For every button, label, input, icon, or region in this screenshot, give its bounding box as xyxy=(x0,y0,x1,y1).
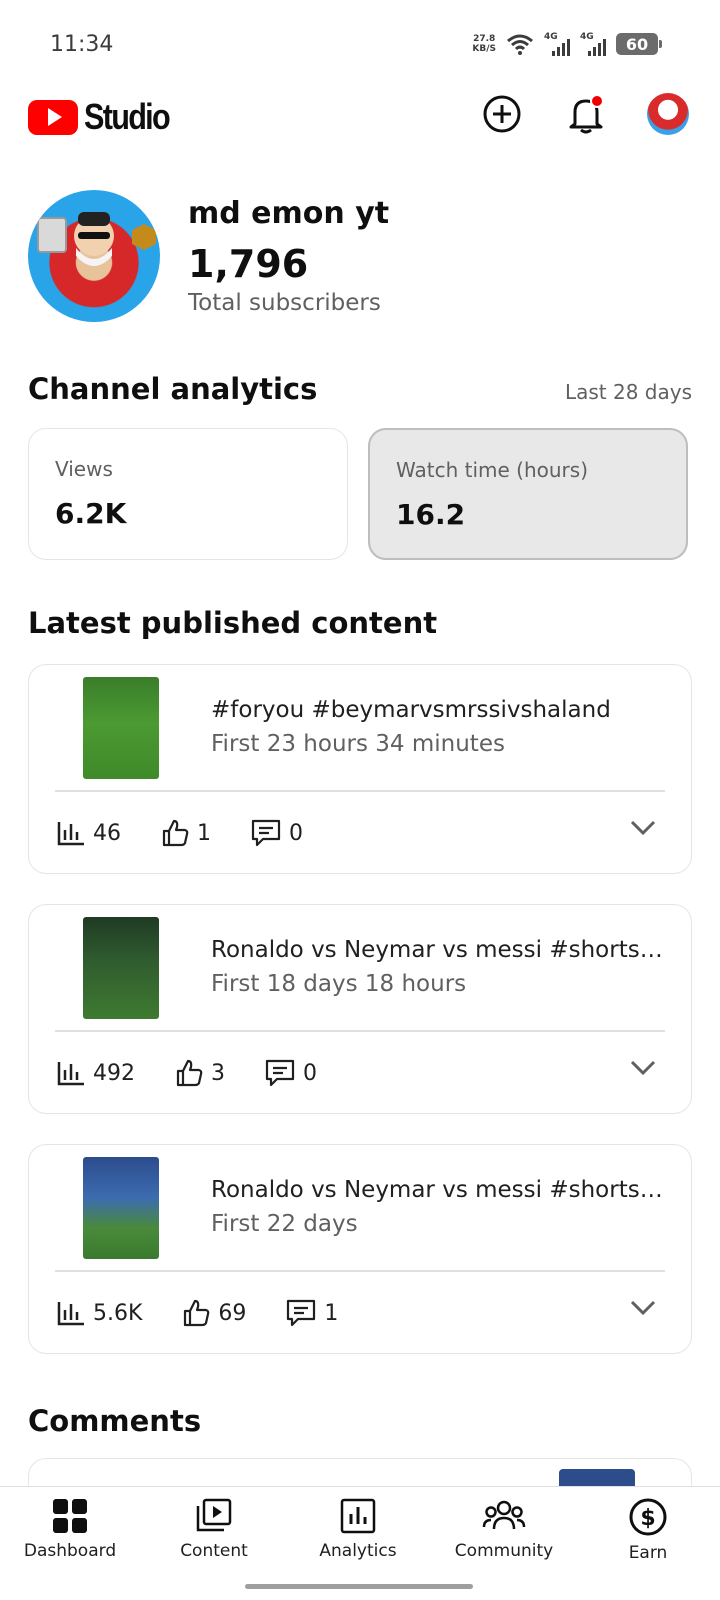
dashboard-icon xyxy=(53,1499,87,1533)
signal-icon-1: 4G xyxy=(544,32,570,56)
account-avatar xyxy=(647,93,689,135)
divider xyxy=(55,1030,665,1032)
metric-label: Watch time (hours) xyxy=(396,458,589,482)
status-icons: 27.8 KB/S 4G 4G 60 xyxy=(472,32,662,56)
video-thumbnail[interactable] xyxy=(83,917,159,1019)
add-circle-icon xyxy=(483,95,521,133)
wifi-icon xyxy=(507,34,533,55)
notification-badge xyxy=(590,94,604,108)
content-card[interactable]: #foryou #beymarvsmrssivshaland First 23 … xyxy=(28,664,692,874)
chevron-down-icon[interactable] xyxy=(629,819,657,837)
content-icon xyxy=(196,1498,232,1532)
comment-icon xyxy=(265,1059,295,1087)
status-time: 11:34 xyxy=(50,32,114,57)
nav-earn[interactable]: $ Earn xyxy=(578,1497,718,1563)
video-title: Ronaldo vs Neymar vs messi #shorts #shor… xyxy=(211,1177,667,1203)
views-stat: 46 xyxy=(57,820,121,846)
channel-avatar-art xyxy=(37,212,156,266)
channel-name: md emon yt xyxy=(188,196,390,231)
content-card[interactable]: Ronaldo vs Neymar vs messi #shorts #shor… xyxy=(28,1144,692,1354)
youtube-studio-logo: Studio xyxy=(28,96,184,138)
app-bar: Studio xyxy=(0,88,720,138)
logo-text: Studio xyxy=(84,96,171,137)
content-card[interactable]: Ronaldo vs Neymar vs messi #shorts #shor… xyxy=(28,904,692,1114)
notifications-button[interactable] xyxy=(564,92,608,136)
status-bar: 11:34 27.8 KB/S 4G 4G 60 xyxy=(0,0,720,90)
analytics-icon xyxy=(340,1498,376,1534)
svg-text:$: $ xyxy=(640,1506,655,1531)
thumbs-up-icon xyxy=(162,819,189,847)
comments-stat: 1 xyxy=(286,1299,338,1327)
likes-stat: 1 xyxy=(161,819,211,847)
metric-value: 6.2K xyxy=(55,497,127,530)
metric-label: Views xyxy=(55,457,113,481)
thumbs-up-icon xyxy=(176,1059,203,1087)
video-period: First 22 days xyxy=(211,1211,358,1237)
nav-label: Earn xyxy=(628,1543,668,1563)
video-stats: 492 3 0 xyxy=(57,1057,317,1089)
chevron-down-icon[interactable] xyxy=(629,1299,657,1317)
video-title: Ronaldo vs Neymar vs messi #shorts #shor… xyxy=(211,937,667,963)
create-button[interactable] xyxy=(480,92,524,136)
video-thumbnail[interactable] xyxy=(83,677,159,779)
bar-chart-icon xyxy=(57,822,84,846)
comments-title: Comments xyxy=(28,1404,202,1438)
comment-icon xyxy=(287,1299,316,1327)
metric-value: 16.2 xyxy=(396,498,466,531)
nav-label: Analytics xyxy=(319,1541,397,1561)
nav-analytics[interactable]: Analytics xyxy=(288,1497,428,1561)
youtube-play-icon xyxy=(28,99,78,135)
analytics-period: Last 28 days xyxy=(564,380,692,404)
thumbs-up-icon xyxy=(184,1299,210,1327)
community-icon xyxy=(482,1500,526,1530)
views-stat: 492 xyxy=(57,1060,135,1086)
video-thumbnail[interactable] xyxy=(83,1157,159,1259)
home-indicator[interactable] xyxy=(245,1584,473,1589)
watch-time-metric-card[interactable]: Watch time (hours) 16.2 xyxy=(368,428,688,560)
views-metric-card[interactable]: Views 6.2K xyxy=(28,428,348,560)
divider xyxy=(55,790,665,792)
likes-stat: 69 xyxy=(182,1299,246,1327)
nav-dashboard[interactable]: Dashboard xyxy=(0,1497,140,1561)
video-stats: 5.6K 69 1 xyxy=(57,1297,338,1329)
account-button[interactable] xyxy=(646,92,690,136)
video-title: #foryou #beymarvsmrssivshaland xyxy=(211,697,611,723)
latest-content-title: Latest published content xyxy=(28,606,438,640)
channel-avatar[interactable] xyxy=(28,190,160,322)
nav-community[interactable]: Community xyxy=(434,1497,574,1561)
views-stat: 5.6K xyxy=(57,1300,142,1326)
net-speed: 27.8 KB/S xyxy=(472,34,496,54)
video-stats: 46 1 0 xyxy=(57,817,303,849)
earn-icon: $ xyxy=(629,1498,667,1536)
video-period: First 23 hours 34 minutes xyxy=(211,731,505,757)
divider xyxy=(55,1270,665,1272)
likes-stat: 3 xyxy=(175,1059,225,1087)
nav-label: Dashboard xyxy=(23,1541,117,1561)
comments-stat: 0 xyxy=(251,819,303,847)
signal-icon-2: 4G xyxy=(580,32,606,56)
nav-label: Content xyxy=(180,1541,248,1561)
comments-stat: 0 xyxy=(265,1059,317,1087)
channel-analytics-title: Channel analytics xyxy=(28,372,318,406)
comment-icon xyxy=(251,819,281,847)
battery-icon: 60 xyxy=(616,33,662,55)
channel-header: md emon yt 1,796 Total subscribers xyxy=(28,190,692,322)
nav-content[interactable]: Content xyxy=(144,1497,284,1561)
bar-chart-icon xyxy=(57,1302,84,1326)
video-period: First 18 days 18 hours xyxy=(211,971,467,997)
subscriber-count: 1,796 xyxy=(188,242,309,286)
bar-chart-icon xyxy=(57,1062,84,1086)
chevron-down-icon[interactable] xyxy=(629,1059,657,1077)
subscriber-label: Total subscribers xyxy=(188,290,381,316)
bottom-navigation: Dashboard Content Analytics Community $ xyxy=(0,1486,720,1600)
nav-label: Community xyxy=(454,1541,554,1561)
